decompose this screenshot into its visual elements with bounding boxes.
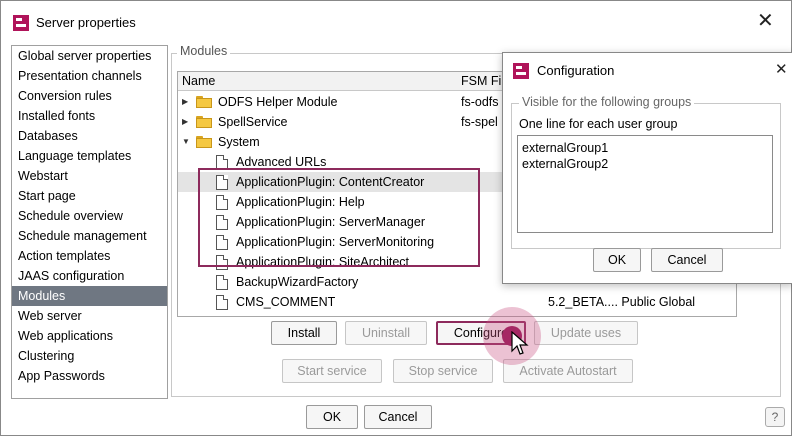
column-header-fsm-file[interactable]: FSM Fi	[461, 74, 501, 88]
expand-arrow-icon[interactable]: ▶	[182, 92, 192, 112]
groups-legend: Visible for the following groups	[519, 95, 695, 109]
sidebar-item-schedule-overview[interactable]: Schedule overview	[12, 206, 167, 226]
uninstall-button[interactable]: Uninstall	[345, 321, 427, 345]
row-name: BackupWizardFactory	[236, 275, 359, 289]
highlight-application-plugins	[198, 168, 480, 267]
groups-textarea[interactable]: externalGroup1 externalGroup2	[517, 135, 773, 233]
title-bar: Server properties ✕	[1, 1, 791, 41]
document-icon	[216, 275, 228, 290]
sidebar-item-start-page[interactable]: Start page	[12, 186, 167, 206]
document-icon	[216, 295, 228, 310]
group-line: externalGroup2	[522, 157, 609, 171]
modules-legend: Modules	[177, 44, 231, 58]
start-service-button[interactable]: Start service	[282, 359, 382, 383]
close-icon[interactable]: ✕	[757, 9, 774, 33]
sidebar-item-web-applications[interactable]: Web applications	[12, 326, 167, 346]
sidebar-item-clustering[interactable]: Clustering	[12, 346, 167, 366]
open-folder-icon	[196, 136, 212, 148]
dialog-title: Configuration	[537, 63, 615, 78]
sidebar-item-language-templates[interactable]: Language templates	[12, 146, 167, 166]
sidebar-item-conversion-rules[interactable]: Conversion rules	[12, 86, 167, 106]
update-uses-button[interactable]: Update uses	[534, 321, 638, 345]
sidebar-item-modules[interactable]: Modules	[12, 286, 167, 306]
dialog-ok-button[interactable]: OK	[593, 248, 641, 272]
column-header-name[interactable]: Name	[182, 74, 215, 88]
row-name: CMS_COMMENT	[236, 295, 336, 309]
sidebar-item-schedule-management[interactable]: Schedule management	[12, 226, 167, 246]
row-name: SpellService	[218, 115, 288, 129]
sidebar-item-databases[interactable]: Databases	[12, 126, 167, 146]
groups-label: One line for each user group	[519, 117, 678, 131]
app-logo-icon	[13, 15, 29, 31]
configuration-dialog: Configuration ✕ Visible for the followin…	[502, 52, 792, 284]
close-icon[interactable]: ✕	[775, 60, 788, 78]
dialog-cancel-button[interactable]: Cancel	[651, 248, 723, 272]
collapse-arrow-icon[interactable]: ▼	[182, 132, 192, 152]
group-line: externalGroup1	[522, 141, 609, 155]
row-name: ODFS Helper Module	[218, 95, 338, 109]
settings-sidebar: Global server properties Presentation ch…	[11, 45, 168, 399]
folder-icon	[196, 116, 212, 128]
ok-button[interactable]: OK	[306, 405, 358, 429]
window-title: Server properties	[36, 15, 136, 30]
table-row[interactable]: CMS_COMMENT 5.2_BETA.... Public Global	[178, 292, 736, 312]
row-name: System	[218, 135, 260, 149]
sidebar-item-installed-fonts[interactable]: Installed fonts	[12, 106, 167, 126]
mouse-pointer-icon	[511, 331, 529, 355]
row-fsm: fs-odfs	[461, 95, 499, 109]
sidebar-item-presentation-channels[interactable]: Presentation channels	[12, 66, 167, 86]
stop-service-button[interactable]: Stop service	[393, 359, 493, 383]
install-button[interactable]: Install	[271, 321, 337, 345]
expand-arrow-icon[interactable]: ▶	[182, 112, 192, 132]
cancel-button[interactable]: Cancel	[364, 405, 432, 429]
sidebar-item-action-templates[interactable]: Action templates	[12, 246, 167, 266]
sidebar-item-app-passwords[interactable]: App Passwords	[12, 366, 167, 386]
row-details: 5.2_BETA.... Public Global	[548, 295, 696, 309]
row-fsm: fs-spel	[461, 115, 498, 129]
sidebar-item-global-server-properties[interactable]: Global server properties	[12, 46, 167, 66]
sidebar-item-jaas-configuration[interactable]: JAAS configuration	[12, 266, 167, 286]
sidebar-item-webstart[interactable]: Webstart	[12, 166, 167, 186]
sidebar-item-web-server[interactable]: Web server	[12, 306, 167, 326]
help-icon[interactable]: ?	[765, 407, 785, 427]
app-logo-icon	[513, 63, 529, 79]
folder-icon	[196, 96, 212, 108]
